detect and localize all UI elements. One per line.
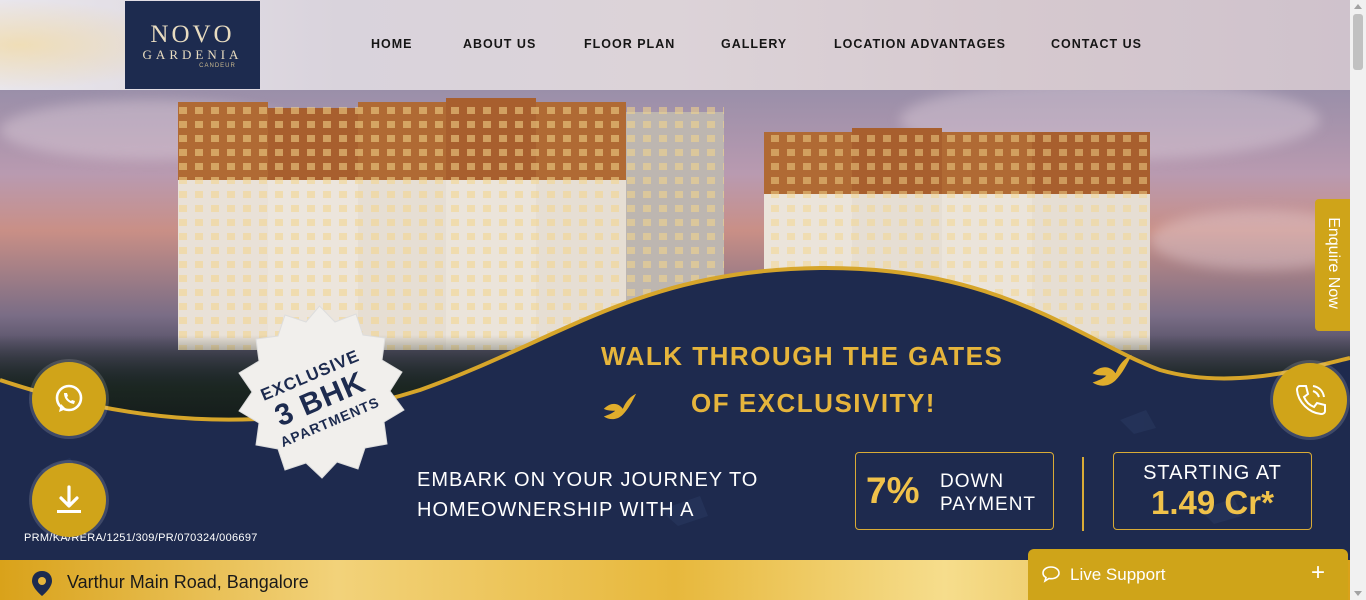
chat-icon (1042, 566, 1060, 583)
logo-main-text: NOVO (150, 20, 235, 48)
bird-icon (1092, 354, 1132, 386)
download-button[interactable] (32, 463, 106, 537)
logo-tag-text: CANDEUR (199, 62, 236, 69)
journey-line1: EMBARK ON YOUR JOURNEY TO (417, 469, 759, 491)
nav-floor-plan[interactable]: FLOOR PLAN (584, 37, 675, 51)
enquire-now-label: Enquire Now (1325, 217, 1342, 309)
site-logo[interactable]: NOVO GARDENIA CANDEUR (125, 1, 260, 89)
live-support-expand[interactable]: + (1311, 559, 1325, 587)
nav-contact-us[interactable]: CONTACT US (1051, 37, 1142, 51)
offer-divider (1082, 457, 1084, 531)
starting-price-box: STARTING AT 1.49 Cr* (1113, 452, 1312, 530)
map-pin-icon (32, 571, 52, 596)
live-support-label: Live Support (1070, 565, 1166, 584)
journey-line2: HOMEOWNERSHIP WITH A (417, 499, 695, 521)
nav-location-advantages[interactable]: LOCATION ADVANTAGES (834, 37, 1006, 51)
down-payment-label-line1: DOWN (940, 471, 1005, 492)
location-text: Varthur Main Road, Bangalore (67, 572, 309, 592)
scroll-down-arrow[interactable] (1354, 591, 1362, 596)
hero-headline-line2: OF EXCLUSIVITY! (691, 388, 936, 418)
page-scrollbar[interactable] (1350, 0, 1366, 600)
down-payment-label: DOWN PAYMENT (940, 470, 1036, 516)
hero-headline-line1: WALK THROUGH THE GATES (601, 341, 1004, 371)
site-header: NOVO GARDENIA CANDEUR HOME ABOUT US FLOO… (0, 0, 1350, 90)
bird-icon (603, 393, 637, 420)
download-icon (57, 485, 81, 513)
whatsapp-icon (55, 384, 83, 412)
live-support-widget[interactable]: Live Support + (1028, 549, 1348, 600)
page: NOVO GARDENIA CANDEUR HOME ABOUT US FLOO… (0, 0, 1350, 600)
down-payment-box: 7% DOWN PAYMENT (855, 452, 1054, 530)
nav-about-us[interactable]: ABOUT US (463, 37, 536, 51)
call-button[interactable] (1273, 363, 1347, 437)
nav-home[interactable]: HOME (371, 37, 413, 51)
journey-text: EMBARK ON YOUR JOURNEY TO HOMEOWNERSHIP … (417, 465, 817, 525)
phone-icon (1295, 385, 1326, 416)
hero-banner: WALK THROUGH THE GATES OF EXCLUSIVITY! E… (0, 90, 1350, 560)
enquire-now-tab[interactable]: Enquire Now (1315, 199, 1350, 331)
scroll-thumb[interactable] (1353, 14, 1363, 70)
down-payment-label-line2: PAYMENT (940, 494, 1037, 515)
whatsapp-button[interactable] (32, 362, 106, 436)
starting-price: 1.49 Cr* (1151, 484, 1274, 521)
starting-label: STARTING AT (1143, 462, 1282, 484)
nav-gallery[interactable]: GALLERY (721, 37, 787, 51)
down-payment-percent: 7% (866, 470, 920, 511)
scroll-up-arrow[interactable] (1354, 4, 1362, 9)
logo-sub-text: GARDENIA (142, 46, 243, 62)
exclusive-badge: EXCLUSIVE 3 BHK APARTMENTS (222, 300, 417, 495)
